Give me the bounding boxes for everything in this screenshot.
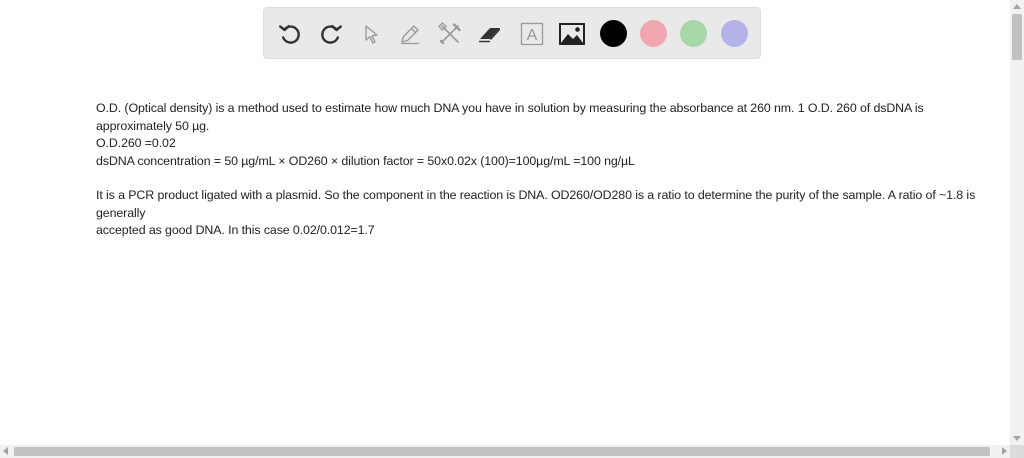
drawing-toolbar: A xyxy=(263,7,761,59)
whiteboard-canvas[interactable]: A O.D. (Optical density) is a method use… xyxy=(0,0,1010,445)
paragraph2-line1: It is a PCR product ligated with a plasm… xyxy=(96,188,976,220)
tools-button[interactable] xyxy=(434,18,466,50)
scroll-up-icon[interactable] xyxy=(1013,4,1021,9)
answer-text: O.D. (Optical density) is a method used … xyxy=(96,100,976,240)
select-pointer-icon xyxy=(365,25,378,44)
redo-icon xyxy=(321,25,342,44)
pen-icon xyxy=(401,25,419,45)
scroll-right-icon[interactable] xyxy=(1002,447,1007,455)
eraser-button[interactable] xyxy=(474,18,506,50)
select-button[interactable] xyxy=(355,18,387,50)
text-box-icon: A xyxy=(520,22,544,46)
redo-button[interactable] xyxy=(315,18,347,50)
eraser-icon xyxy=(479,28,500,43)
color-blue-swatch[interactable] xyxy=(721,20,748,47)
paragraph2-line2: accepted as good DNA. In this case 0.02/… xyxy=(96,223,375,237)
text-button[interactable]: A xyxy=(516,18,548,50)
vertical-scroll-thumb[interactable] xyxy=(1012,14,1022,60)
pen-button[interactable] xyxy=(394,18,426,50)
paragraph1-line3: dsDNA concentration = 50 µg/mL × OD260 ×… xyxy=(96,153,635,168)
color-green-swatch[interactable] xyxy=(680,20,707,47)
horizontal-scrollbar[interactable] xyxy=(0,445,1010,458)
scroll-down-icon[interactable] xyxy=(1013,436,1021,441)
undo-button[interactable] xyxy=(274,18,306,50)
text-tool-glyph: A xyxy=(527,27,538,44)
paragraph1-line1: O.D. (Optical density) is a method used … xyxy=(96,101,924,133)
color-black-swatch[interactable] xyxy=(600,20,627,47)
scrollbar-corner xyxy=(1010,445,1024,458)
paragraph1-line2: O.D.260 =0.02 xyxy=(96,136,176,150)
tools-icon xyxy=(438,22,461,45)
vertical-scrollbar[interactable] xyxy=(1010,0,1024,445)
image-icon xyxy=(559,23,585,45)
undo-icon xyxy=(279,25,300,44)
scroll-left-icon[interactable] xyxy=(3,447,8,455)
color-red-swatch[interactable] xyxy=(640,20,667,47)
horizontal-scroll-thumb[interactable] xyxy=(14,447,990,456)
image-button[interactable] xyxy=(556,18,588,50)
